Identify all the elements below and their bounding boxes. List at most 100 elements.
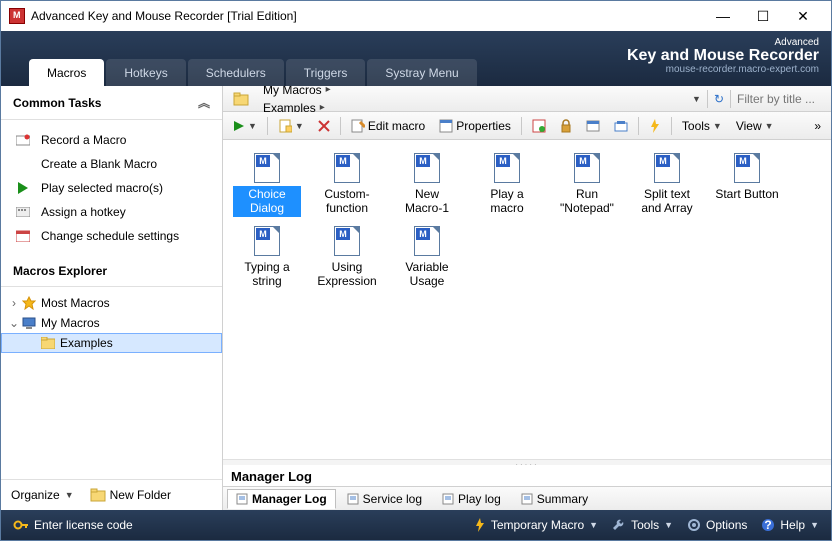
- new-macro-icon[interactable]: ▼: [274, 117, 308, 135]
- task-label: Change schedule settings: [41, 229, 179, 243]
- status-tools-button[interactable]: Tools ▼: [612, 518, 673, 532]
- minimize-button[interactable]: —: [703, 2, 743, 30]
- macro-file-icon: M: [331, 225, 363, 257]
- content: My Macros ▸Examples ▸ ▼ ↻ ▼ ▼ Edit macro…: [223, 86, 831, 510]
- tree-examples[interactable]: Examples: [1, 333, 222, 353]
- common-tasks-list: Record a Macro Create a Blank Macro Play s…: [1, 120, 222, 256]
- macro-start-button[interactable]: MStart Button: [711, 150, 783, 219]
- refresh-icon[interactable]: ↻: [714, 92, 724, 106]
- task-record-a-macro[interactable]: Record a Macro: [1, 128, 222, 152]
- tab-schedulers[interactable]: Schedulers: [188, 59, 284, 86]
- filter-input[interactable]: [737, 92, 827, 106]
- common-tasks-title: Common Tasks: [13, 96, 101, 110]
- edit-macro-button[interactable]: Edit macro: [347, 117, 429, 135]
- enter-license-button[interactable]: Enter license code: [13, 518, 133, 532]
- close-button[interactable]: ✕: [783, 2, 823, 30]
- brand: Advanced Key and Mouse Recorder mouse-re…: [627, 37, 819, 75]
- breadcrumb: My Macros ▸Examples ▸ ▼ ↻: [223, 86, 831, 112]
- macro-typing-a-string[interactable]: MTyping a string: [231, 223, 303, 292]
- help-label: Help: [780, 518, 805, 532]
- window-title: Advanced Key and Mouse Recorder [Trial E…: [31, 9, 703, 23]
- main-tabs: MacrosHotkeysSchedulersTriggersSystray M…: [29, 59, 479, 86]
- temp-macro-label: Temporary Macro: [491, 518, 584, 532]
- macro-variable-usage[interactable]: MVariable Usage: [391, 223, 463, 292]
- tab-systray-menu[interactable]: Systray Menu: [367, 59, 476, 86]
- breadcrumb-home-icon[interactable]: [227, 90, 255, 108]
- macro-label: New Macro-1: [393, 186, 461, 217]
- organize-label: Organize: [11, 488, 60, 502]
- sidebar: Common Tasks ︽ Record a Macro Create a Bl…: [1, 86, 223, 510]
- macro-file-icon: M: [411, 152, 443, 184]
- lock-icon[interactable]: [556, 117, 576, 135]
- macros-explorer-header[interactable]: Macros Explorer: [1, 256, 222, 287]
- tools-button[interactable]: Tools▼: [678, 117, 726, 135]
- help-button[interactable]: ? Help ▼: [761, 518, 819, 532]
- macro-file-icon: M: [731, 152, 763, 184]
- breadcrumb-dropdown-icon[interactable]: ▼: [692, 94, 701, 104]
- folder-icon: [90, 488, 106, 502]
- wrench-icon: [612, 518, 626, 532]
- help-icon: ?: [761, 518, 775, 532]
- macro-choice-dialog[interactable]: MChoice Dialog: [231, 150, 303, 219]
- macro-split-text-and-array[interactable]: MSplit text and Array: [631, 150, 703, 219]
- tab-hotkeys[interactable]: Hotkeys: [106, 59, 185, 86]
- macro-run-notepad-[interactable]: MRun "Notepad": [551, 150, 623, 219]
- log-tab-summary[interactable]: Summary: [512, 489, 597, 509]
- toolbar-icon-4[interactable]: [610, 118, 632, 134]
- log-tab-service-log[interactable]: Service log: [338, 489, 431, 509]
- collapse-icon[interactable]: ︽: [198, 94, 210, 111]
- doc-icon: [236, 493, 248, 505]
- task-play-selected-macro-s-[interactable]: Play selected macro(s): [1, 176, 222, 200]
- star-icon: [21, 296, 37, 310]
- toolbar-icon-1[interactable]: [528, 117, 550, 135]
- status-tools-label: Tools: [631, 518, 659, 532]
- macro-label: Split text and Array: [633, 186, 701, 217]
- macro-play-a-macro[interactable]: MPlay a macro: [471, 150, 543, 219]
- macro-file-icon: M: [571, 152, 603, 184]
- properties-button[interactable]: Properties: [435, 117, 515, 135]
- blank-icon: [15, 157, 31, 171]
- macro-using-expression[interactable]: MUsing Expression: [311, 223, 383, 292]
- delete-icon[interactable]: [314, 118, 334, 134]
- explorer-title: Macros Explorer: [13, 264, 107, 278]
- log-tab-play-log[interactable]: Play log: [433, 489, 510, 509]
- tab-macros[interactable]: Macros: [29, 59, 104, 86]
- brand-line2: Key and Mouse Recorder: [627, 48, 819, 64]
- log-tabs: Manager Log Service logPlay logSummary: [223, 486, 831, 510]
- toolbar-icon-3[interactable]: [582, 118, 604, 134]
- tools-label: Tools: [682, 119, 710, 133]
- toolbar: ▼ ▼ Edit macro Properties Tools▼ View▼: [223, 112, 831, 140]
- common-tasks-header[interactable]: Common Tasks ︽: [1, 86, 222, 120]
- macro-file-icon: M: [331, 152, 363, 184]
- tree-my-macros[interactable]: ⌄My Macros: [1, 313, 222, 333]
- bolt-icon[interactable]: [645, 117, 665, 135]
- task-create-a-blank-macro[interactable]: Create a Blank Macro: [1, 152, 222, 176]
- new-folder-button[interactable]: New Folder: [110, 488, 171, 502]
- view-button[interactable]: View▼: [732, 117, 778, 135]
- schedule-icon: [15, 229, 31, 243]
- maximize-button[interactable]: ☐: [743, 2, 783, 30]
- macro-new-macro-1[interactable]: MNew Macro-1: [391, 150, 463, 219]
- temporary-macro-button[interactable]: Temporary Macro ▼: [474, 518, 598, 532]
- overflow-icon[interactable]: »: [810, 117, 825, 135]
- task-label: Create a Blank Macro: [41, 157, 157, 171]
- organize-button[interactable]: Organize ▼: [11, 488, 74, 502]
- titlebar: Advanced Key and Mouse Recorder [Trial E…: [1, 1, 831, 31]
- folder-icon: [40, 336, 56, 350]
- options-button[interactable]: Options: [687, 518, 747, 532]
- tree-most-macros[interactable]: ›Most Macros: [1, 293, 222, 313]
- tab-triggers[interactable]: Triggers: [286, 59, 366, 86]
- computer-icon: [21, 316, 37, 330]
- macro-custom-function[interactable]: MCustom-function: [311, 150, 383, 219]
- log-tab-label: Manager Log: [252, 492, 327, 506]
- macro-label: Play a macro: [473, 186, 541, 217]
- log-tab-manager-log[interactable]: Manager Log: [227, 489, 336, 509]
- tree-arrow-icon[interactable]: ⌄: [7, 316, 21, 330]
- tree-arrow-icon[interactable]: ›: [7, 296, 21, 310]
- task-assign-a-hotkey[interactable]: Assign a hotkey: [1, 200, 222, 224]
- play-button[interactable]: ▼: [229, 118, 261, 134]
- task-change-schedule-settings[interactable]: Change schedule settings: [1, 224, 222, 248]
- macro-label: Custom-function: [313, 186, 381, 217]
- macro-label: Run "Notepad": [553, 186, 621, 217]
- doc-icon: [347, 493, 359, 505]
